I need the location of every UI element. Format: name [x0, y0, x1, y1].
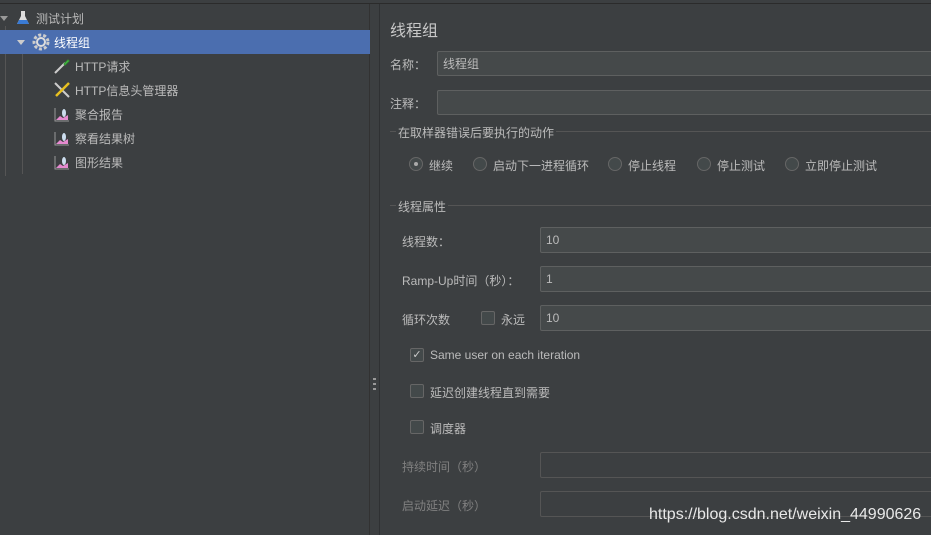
- rampup-input[interactable]: 1: [540, 266, 931, 292]
- test-plan-flask-icon: [14, 9, 32, 27]
- tree-item-label: 测试计划: [36, 11, 85, 26]
- comment-label: 注释：: [390, 97, 427, 111]
- tree-item-label: HTTP信息头管理器: [75, 83, 179, 98]
- split-divider[interactable]: [370, 4, 380, 535]
- tree-item-graph-results[interactable]: 图形结果: [0, 150, 370, 174]
- error-action-section-title: 在取样器错误后要执行的动作: [396, 124, 557, 141]
- threads-input[interactable]: 10: [540, 227, 931, 253]
- forever-checkbox[interactable]: [481, 311, 495, 325]
- radio-stop-thread[interactable]: [608, 157, 622, 171]
- divider-grip-icon[interactable]: [373, 378, 376, 392]
- comment-input[interactable]: [437, 90, 931, 115]
- radio-label[interactable]: 停止线程: [628, 157, 676, 174]
- tree-panel: 测试计划 线程组 HTTP请求 HTTP信息头管理器 聚合报告 察看结果树 图形…: [0, 4, 370, 535]
- threads-label: 线程数：: [402, 235, 451, 249]
- tree-item-label: HTTP请求: [75, 59, 131, 74]
- expand-arrow-icon[interactable]: [0, 16, 8, 21]
- tree-item-label: 线程组: [54, 35, 91, 50]
- tree-item-thread-group[interactable]: 线程组: [0, 30, 370, 54]
- radio-label[interactable]: 立即停止测试: [805, 157, 877, 174]
- duration-input[interactable]: [540, 452, 931, 478]
- scheduler-checkbox[interactable]: [410, 420, 424, 434]
- tree-item-aggregate-report[interactable]: 聚合报告: [0, 102, 370, 126]
- tree-item-http-request[interactable]: HTTP请求: [0, 54, 370, 78]
- radio-continue[interactable]: [409, 157, 423, 171]
- thread-group-gear-icon: [32, 33, 50, 51]
- delay-thread-creation-checkbox[interactable]: [410, 384, 424, 398]
- watermark: https://blog.csdn.net/weixin_44990626: [649, 506, 922, 523]
- tree-item-test-plan[interactable]: 测试计划: [0, 6, 370, 30]
- tree-item-results-tree[interactable]: 察看结果树: [0, 126, 370, 150]
- tree-item-label: 聚合报告: [75, 107, 124, 122]
- radio-label[interactable]: 继续: [429, 157, 453, 174]
- scheduler-label[interactable]: 调度器: [430, 420, 466, 437]
- listener-graph-icon: [53, 129, 71, 147]
- radio-label[interactable]: 启动下一进程循环: [493, 157, 589, 174]
- thread-properties-section-title: 线程属性: [396, 198, 449, 215]
- radio-stop-test-now[interactable]: [785, 157, 799, 171]
- expand-arrow-icon[interactable]: [17, 40, 25, 45]
- tree-item-label: 图形结果: [75, 155, 124, 170]
- name-input[interactable]: 线程组: [437, 51, 931, 76]
- same-user-checkbox[interactable]: ✓: [410, 348, 424, 362]
- listener-graph-icon: [53, 153, 71, 171]
- tree-item-label: 察看结果树: [75, 131, 136, 146]
- name-label: 名称：: [390, 58, 427, 72]
- radio-start-next-loop[interactable]: [473, 157, 487, 171]
- page-title: 线程组: [390, 23, 439, 40]
- header-manager-tools-icon: [53, 81, 71, 99]
- radio-label[interactable]: 停止测试: [717, 157, 765, 174]
- startup-delay-label: 启动延迟（秒）: [402, 499, 487, 513]
- delay-thread-creation-label[interactable]: 延迟创建线程直到需要: [430, 384, 550, 401]
- http-request-pipette-icon: [53, 57, 71, 75]
- listener-graph-icon: [53, 105, 71, 123]
- check-icon: ✓: [412, 349, 422, 361]
- radio-stop-test[interactable]: [697, 157, 711, 171]
- section-divider: [390, 205, 931, 206]
- rampup-label: Ramp-Up时间（秒）：: [402, 274, 520, 288]
- loop-label: 循环次数: [402, 313, 451, 327]
- duration-label: 持续时间（秒）: [402, 460, 487, 474]
- same-user-label[interactable]: Same user on each iteration: [430, 348, 580, 362]
- forever-label[interactable]: 永远: [501, 311, 525, 328]
- tree-item-header-manager[interactable]: HTTP信息头管理器: [0, 78, 370, 102]
- loop-count-input[interactable]: 10: [540, 305, 931, 331]
